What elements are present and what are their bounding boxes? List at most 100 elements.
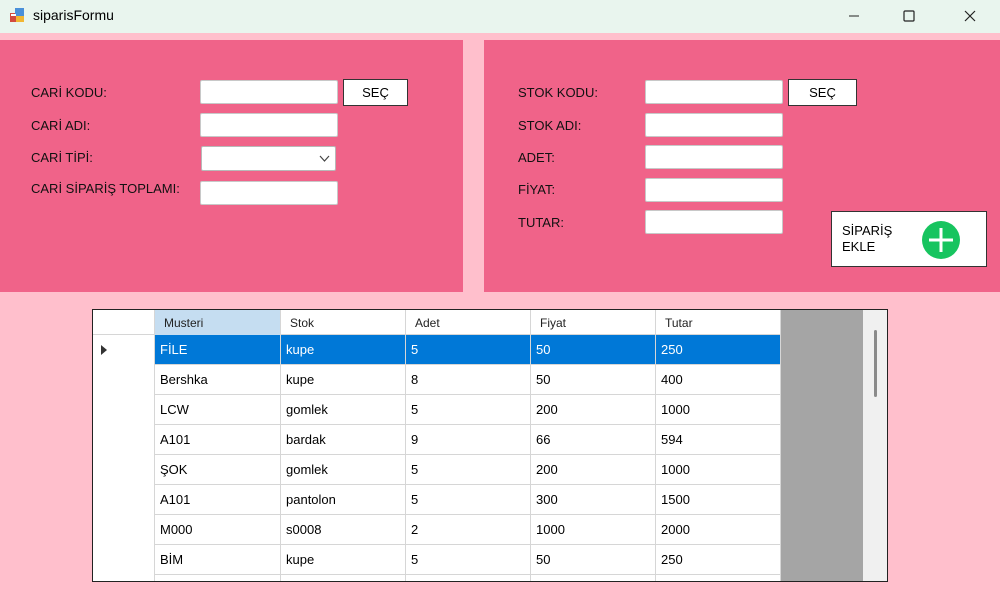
table-row[interactable]: A101 bardak 9 66 594 [93, 425, 781, 455]
row-header[interactable] [93, 365, 155, 395]
column-header-tutar[interactable]: Tutar [656, 310, 781, 335]
siparis-ekle-button[interactable]: SİPARİŞ EKLE [831, 211, 987, 267]
cell-adet[interactable]: 5 [406, 545, 531, 575]
cari-siparis-toplami-label: CARİ SİPARİŞ TOPLAMI: [31, 181, 180, 196]
stok-kodu-input[interactable] [645, 80, 783, 104]
cell-stok[interactable]: pantolon [281, 485, 406, 515]
cari-siparis-toplami-input[interactable] [200, 181, 338, 205]
cell-adet[interactable] [406, 575, 531, 581]
maximize-icon [903, 10, 915, 22]
cell-tutar[interactable]: 400 [656, 365, 781, 395]
cell-adet[interactable]: 9 [406, 425, 531, 455]
cell-musteri[interactable]: ŞOK [155, 455, 281, 485]
cell-fiyat[interactable]: 1000 [531, 515, 656, 545]
row-header[interactable] [93, 455, 155, 485]
title-bar: siparisFormu [0, 0, 1000, 33]
cari-adi-input[interactable] [200, 113, 338, 137]
row-header[interactable] [93, 545, 155, 575]
table-row[interactable]: ŞOK gomlek 5 200 1000 [93, 455, 781, 485]
cell-adet[interactable]: 5 [406, 455, 531, 485]
cell-stok[interactable]: kupe [281, 545, 406, 575]
maximize-button[interactable] [886, 0, 932, 31]
cell-stok[interactable] [281, 575, 406, 581]
cell-tutar[interactable]: 1500 [656, 485, 781, 515]
row-header[interactable] [93, 515, 155, 545]
cari-panel: CARİ KODU: SEÇ CARİ ADI: CARİ TİPİ: CARİ… [0, 40, 463, 292]
siparis-ekle-label: SİPARİŞ EKLE [842, 223, 893, 254]
app-icon [9, 7, 26, 24]
cell-musteri[interactable]: A101 [155, 485, 281, 515]
cell-musteri[interactable]: FİLE [155, 335, 281, 365]
table-row[interactable]: FİLE kupe 5 50 250 [93, 335, 781, 365]
cell-musteri[interactable]: M000 [155, 515, 281, 545]
cell-fiyat[interactable]: 50 [531, 365, 656, 395]
cell-musteri[interactable]: A101 [155, 425, 281, 455]
cell-fiyat[interactable]: 50 [531, 335, 656, 365]
cell-tutar[interactable]: 250 [656, 335, 781, 365]
cell-tutar[interactable]: 2000 [656, 515, 781, 545]
cell-fiyat[interactable]: 300 [531, 485, 656, 515]
cari-tipi-dropdown[interactable] [201, 146, 336, 171]
table-row[interactable]: Bershka kupe 8 50 400 [93, 365, 781, 395]
cell-musteri[interactable]: BİM [155, 545, 281, 575]
cell-stok[interactable]: gomlek [281, 395, 406, 425]
cell-fiyat[interactable]: 50 [531, 545, 656, 575]
cell-adet[interactable]: 5 [406, 395, 531, 425]
cell-adet[interactable]: 2 [406, 515, 531, 545]
column-header-stok[interactable]: Stok [281, 310, 406, 335]
current-row-arrow-icon [101, 345, 107, 355]
cell-musteri[interactable]: Bershka [155, 365, 281, 395]
row-header[interactable] [93, 335, 155, 365]
column-header-adet[interactable]: Adet [406, 310, 531, 335]
table-row[interactable] [93, 575, 781, 581]
cell-stok[interactable]: kupe [281, 335, 406, 365]
row-header[interactable] [93, 485, 155, 515]
order-grid[interactable]: Musteri Stok Adet Fiyat Tutar FİLE kupe … [92, 309, 888, 582]
table-row[interactable]: LCW gomlek 5 200 1000 [93, 395, 781, 425]
close-button[interactable] [947, 0, 993, 31]
cell-fiyat[interactable]: 200 [531, 455, 656, 485]
table-row[interactable]: BİM kupe 5 50 250 [93, 545, 781, 575]
cell-fiyat[interactable]: 66 [531, 425, 656, 455]
cell-musteri[interactable]: LCW [155, 395, 281, 425]
tutar-label: TUTAR: [518, 215, 564, 230]
table-row[interactable]: M000 s0008 2 1000 2000 [93, 515, 781, 545]
row-header[interactable] [93, 575, 155, 581]
chevron-down-icon [319, 155, 330, 162]
cell-musteri[interactable] [155, 575, 281, 581]
adet-label: ADET: [518, 150, 555, 165]
row-header-corner [93, 310, 155, 335]
tutar-input[interactable] [645, 210, 783, 234]
grid-vertical-scrollbar[interactable] [863, 310, 887, 581]
cari-kodu-input[interactable] [200, 80, 338, 104]
table-row[interactable]: A101 pantolon 5 300 1500 [93, 485, 781, 515]
stok-adi-label: STOK ADI: [518, 118, 582, 133]
cari-sec-button[interactable]: SEÇ [343, 79, 408, 106]
minimize-button[interactable] [831, 0, 877, 31]
scrollbar-thumb[interactable] [874, 330, 877, 397]
cell-stok[interactable]: gomlek [281, 455, 406, 485]
cell-tutar[interactable]: 1000 [656, 455, 781, 485]
adet-input[interactable] [645, 145, 783, 169]
cell-tutar[interactable] [656, 575, 781, 581]
cell-adet[interactable]: 5 [406, 335, 531, 365]
cell-adet[interactable]: 5 [406, 485, 531, 515]
cell-stok[interactable]: bardak [281, 425, 406, 455]
cell-adet[interactable]: 8 [406, 365, 531, 395]
cell-tutar[interactable]: 594 [656, 425, 781, 455]
cell-fiyat[interactable] [531, 575, 656, 581]
cell-fiyat[interactable]: 200 [531, 395, 656, 425]
stok-kodu-label: STOK KODU: [518, 85, 598, 100]
cell-tutar[interactable]: 1000 [656, 395, 781, 425]
column-header-fiyat[interactable]: Fiyat [531, 310, 656, 335]
fiyat-label: FİYAT: [518, 182, 556, 197]
column-header-musteri[interactable]: Musteri [155, 310, 281, 335]
fiyat-input[interactable] [645, 178, 783, 202]
cell-tutar[interactable]: 250 [656, 545, 781, 575]
row-header[interactable] [93, 425, 155, 455]
cell-stok[interactable]: s0008 [281, 515, 406, 545]
row-header[interactable] [93, 395, 155, 425]
stok-adi-input[interactable] [645, 113, 783, 137]
cell-stok[interactable]: kupe [281, 365, 406, 395]
stok-sec-button[interactable]: SEÇ [788, 79, 857, 106]
